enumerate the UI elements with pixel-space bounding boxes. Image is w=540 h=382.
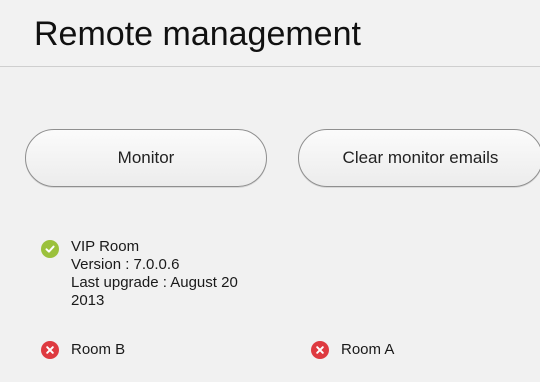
room-name: VIP Room	[71, 238, 140, 255]
room-name: Room A	[341, 341, 395, 358]
monitor-button[interactable]: Monitor	[25, 129, 267, 187]
page-title: Remote management	[34, 15, 361, 53]
clear-monitor-emails-button[interactable]: Clear monitor emails	[298, 129, 540, 187]
room-version: Version : 7.0.0.6	[71, 256, 180, 273]
x-circle-icon	[41, 341, 59, 359]
page-header: Remote management	[0, 0, 540, 67]
room-name: Room B	[71, 341, 126, 358]
x-circle-icon	[311, 341, 329, 359]
room-last-upgrade: Last upgrade : August 20	[71, 274, 238, 291]
check-circle-icon	[41, 240, 59, 258]
room-last-upgrade-year: 2013	[71, 292, 105, 309]
